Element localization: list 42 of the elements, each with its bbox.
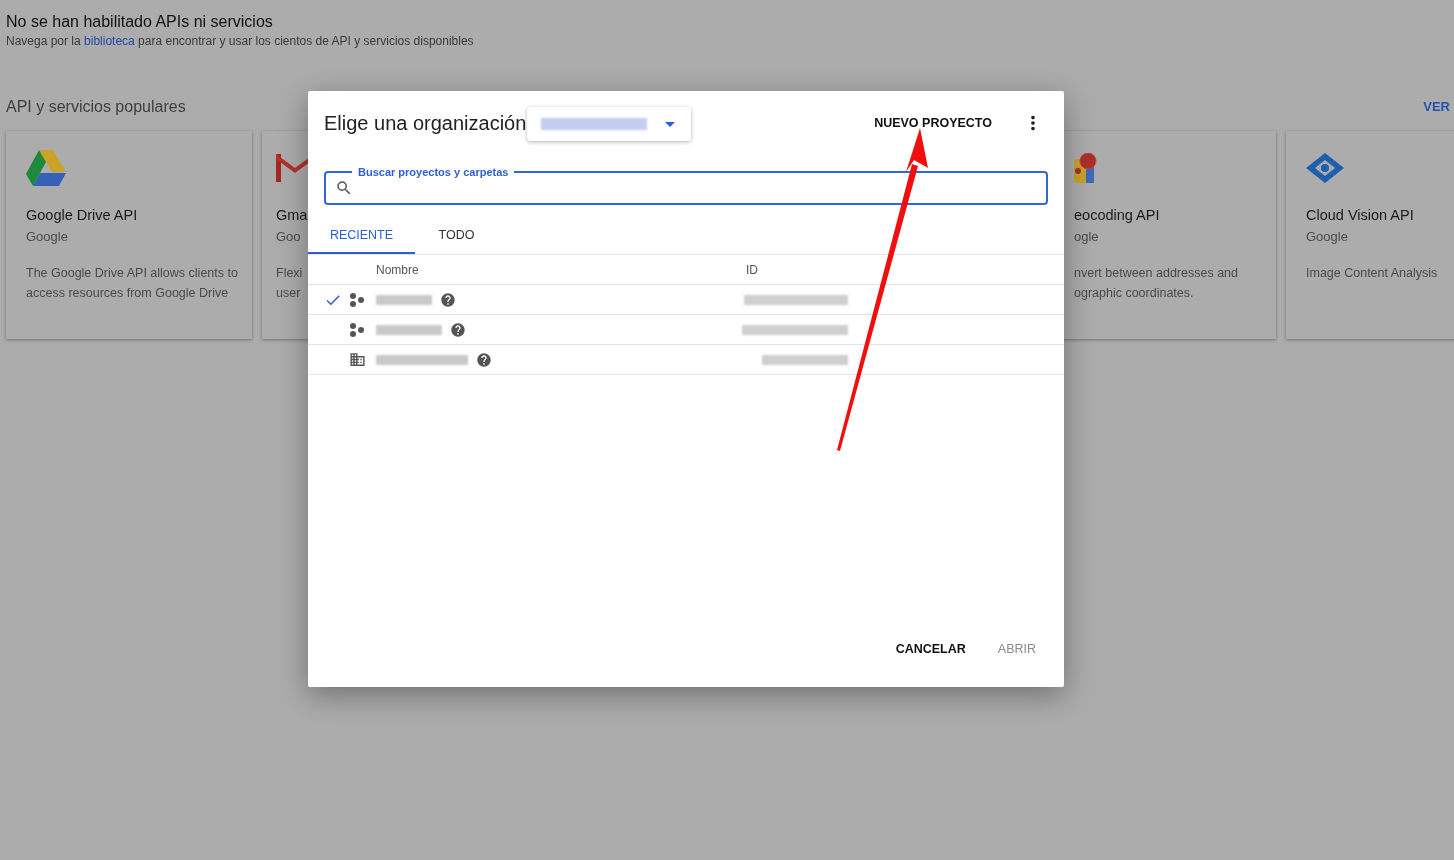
diamond-eye-icon xyxy=(1306,153,1344,183)
api-name: Gma xyxy=(276,206,308,225)
help-icon xyxy=(476,351,492,368)
section-title: API y servicios populares xyxy=(6,97,186,117)
column-header: ID xyxy=(746,261,758,279)
page-title: No se han habilitado APIs ni servicios xyxy=(6,12,274,32)
organization-dropdown[interactable] xyxy=(527,107,692,141)
tab[interactable]: TODO xyxy=(415,219,498,254)
table-row[interactable] xyxy=(308,315,1064,345)
blurred-text xyxy=(376,294,432,305)
column-header: Nombre xyxy=(376,261,420,279)
new-project-button[interactable]: NUEVO PROYECTO xyxy=(866,105,1000,141)
api-description: The Google Drive API allows clients to access resources from Google Drive xyxy=(26,265,239,302)
caret-icon xyxy=(665,121,676,127)
api-name: eocoding API xyxy=(1074,206,1160,225)
api-vendor: Google xyxy=(1306,228,1348,246)
page-subtitle: Navega por la biblioteca para encontrar y usar los cientos de API y servicios disponibles xyxy=(6,33,475,49)
api-card[interactable]: Cloud Vision API Google Image Content Analysis xyxy=(1286,131,1454,339)
blurred-text xyxy=(376,324,442,335)
api-name: Google Drive API xyxy=(26,206,138,225)
triangle-logo-icon xyxy=(26,150,66,186)
help-icon xyxy=(450,321,466,338)
api-description: Flexi user xyxy=(276,265,304,302)
help-icon xyxy=(440,291,456,308)
api-card[interactable]: Google Drive API Google The Google Drive API allows clients to access resources from Google Drive xyxy=(6,131,252,339)
table-row[interactable] xyxy=(308,345,1064,375)
tab[interactable]: RECIENTE xyxy=(308,219,415,254)
dialog-button[interactable]: CANCELAR xyxy=(887,636,974,663)
dialog-title: Elige una organización xyxy=(324,111,527,136)
project-icon xyxy=(350,292,364,307)
building-icon xyxy=(348,351,366,368)
table-row[interactable] xyxy=(308,285,1064,315)
api-vendor: Goo xyxy=(276,228,301,246)
search-icon xyxy=(335,179,353,197)
api-description: Image Content Analysis xyxy=(1306,265,1438,282)
api-vendor: Google xyxy=(26,228,68,246)
project-icon xyxy=(350,322,364,337)
library-link[interactable]: biblioteca xyxy=(84,34,135,48)
map-pin-icon xyxy=(1074,153,1100,183)
api-description: nvert between addresses and ographic coordinates. xyxy=(1074,265,1239,302)
api-name: Cloud Vision API xyxy=(1306,206,1414,225)
api-vendor: ogle xyxy=(1074,228,1099,246)
